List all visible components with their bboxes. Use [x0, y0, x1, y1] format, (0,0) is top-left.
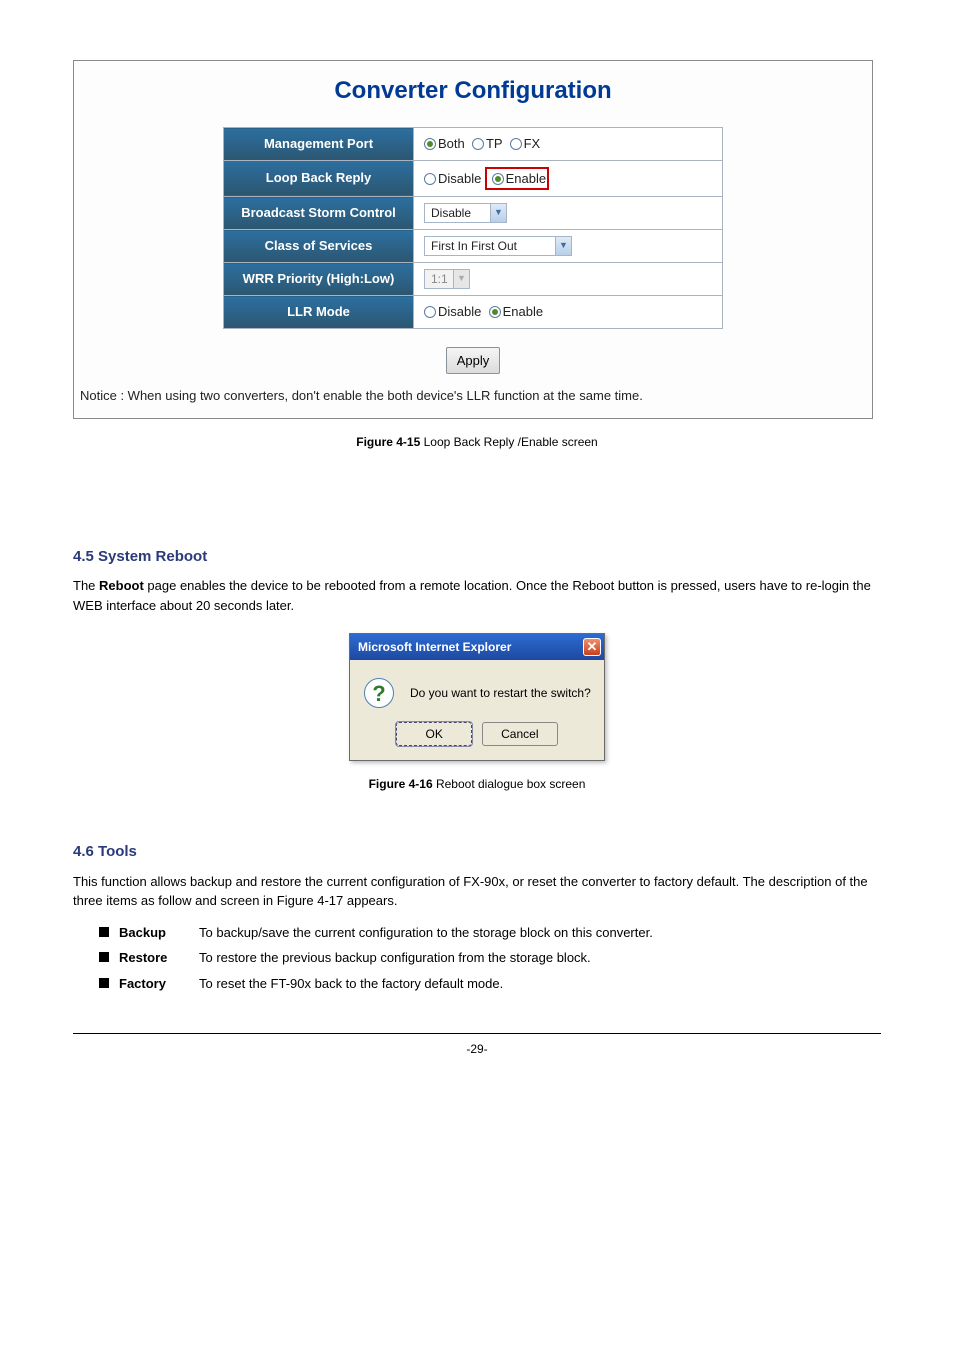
config-table: Management Port Both TP FX Loop Back Rep… [223, 127, 723, 329]
para-tools: This function allows backup and restore … [73, 872, 881, 911]
value-class-of-services: First In First Out ▼ [414, 230, 723, 263]
label-class-of-services: Class of Services [224, 230, 414, 263]
highlight-enable: Enable [485, 167, 549, 191]
converter-config-panel: Converter Configuration Management Port … [73, 60, 873, 419]
cancel-button[interactable]: Cancel [482, 722, 558, 746]
label-loop-back-reply: Loop Back Reply [224, 160, 414, 197]
radio-lbr-enable[interactable] [492, 173, 504, 185]
radio-llr-disable[interactable] [424, 306, 436, 318]
bullet-icon [99, 978, 109, 988]
radio-both[interactable] [424, 138, 436, 150]
radio-tp[interactable] [472, 138, 484, 150]
select-class-of-services[interactable]: First In First Out ▼ [424, 236, 572, 256]
select-wrr-priority: 1:1 ▼ [424, 269, 470, 289]
select-broadcast-storm[interactable]: Disable ▼ [424, 203, 507, 223]
bullet-icon [99, 952, 109, 962]
list-item: Factory To reset the FT-90x back to the … [99, 974, 881, 994]
dialog-message: Do you want to restart the switch? [410, 684, 591, 702]
radio-lbr-disable[interactable] [424, 173, 436, 185]
value-loop-back-reply: Disable Enable [414, 160, 723, 197]
value-broadcast-storm: Disable ▼ [414, 197, 723, 230]
bullet-icon [99, 927, 109, 937]
figure-4-15-caption: Figure 4-15 Loop Back Reply /Enable scre… [73, 433, 881, 451]
dialog-titlebar: Microsoft Internet Explorer ✕ [350, 634, 604, 660]
dialog-title: Microsoft Internet Explorer [358, 638, 511, 656]
figure-4-16-caption: Figure 4-16 Reboot dialogue box screen [73, 775, 881, 793]
heading-tools: 4.6 Tools [73, 841, 881, 864]
close-icon[interactable]: ✕ [583, 638, 601, 656]
label-wrr-priority: WRR Priority (High:Low) [224, 263, 414, 296]
tools-bullet-list: Backup To backup/save the current config… [99, 923, 881, 994]
apply-button[interactable]: Apply [446, 347, 501, 375]
para-system-reboot: The Reboot page enables the device to be… [73, 576, 881, 615]
chevron-down-icon: ▼ [453, 270, 469, 288]
ok-button[interactable]: OK [396, 722, 472, 746]
chevron-down-icon: ▼ [490, 204, 506, 222]
list-item: Restore To restore the previous backup c… [99, 948, 881, 968]
value-llr-mode: Disable Enable [414, 296, 723, 329]
question-icon: ? [364, 678, 394, 708]
value-wrr-priority: 1:1 ▼ [414, 263, 723, 296]
notice-text: Notice : When using two converters, don'… [74, 380, 872, 406]
label-llr-mode: LLR Mode [224, 296, 414, 329]
chevron-down-icon: ▼ [555, 237, 571, 255]
reboot-dialog: Microsoft Internet Explorer ✕ ? Do you w… [349, 633, 605, 761]
radio-fx[interactable] [510, 138, 522, 150]
label-management-port: Management Port [224, 128, 414, 161]
heading-system-reboot: 4.5 System Reboot [73, 546, 881, 569]
radio-llr-enable[interactable] [489, 306, 501, 318]
page-number: -29- [73, 1034, 881, 1058]
converter-title: Converter Configuration [74, 61, 872, 127]
list-item: Backup To backup/save the current config… [99, 923, 881, 943]
label-broadcast-storm: Broadcast Storm Control [224, 197, 414, 230]
value-management-port: Both TP FX [414, 128, 723, 161]
